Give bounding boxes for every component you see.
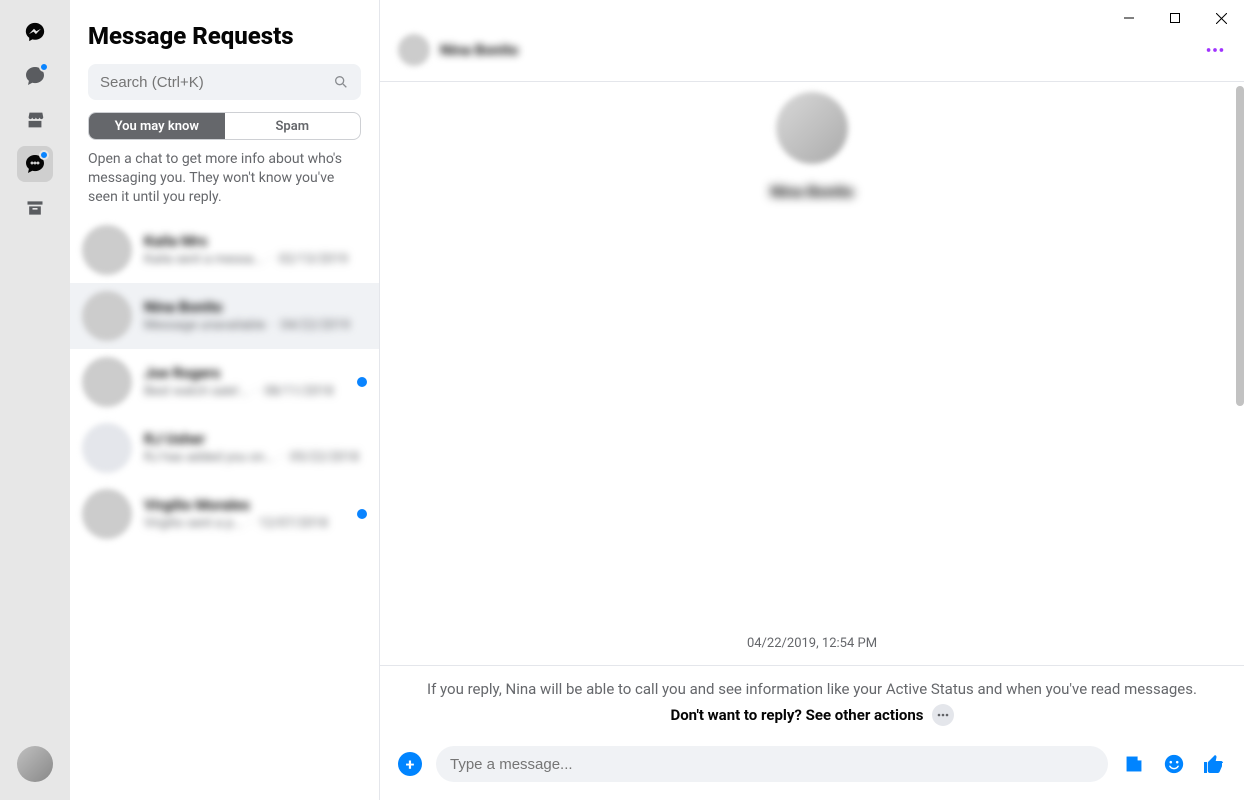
unread-dot-icon	[39, 62, 49, 72]
window-controls	[1106, 0, 1244, 36]
message-input-container[interactable]	[436, 746, 1108, 782]
request-name: Virgilio Morales	[144, 496, 349, 514]
marketplace-nav-icon[interactable]	[17, 102, 53, 138]
request-name: RJ Usher	[144, 430, 367, 448]
profile-avatar[interactable]	[776, 92, 848, 164]
avatar	[82, 423, 132, 473]
request-item[interactable]: Joe Rogers Best watch sale!...·08/11/201…	[70, 349, 379, 415]
sidebar-info-text: Open a chat to get more info about who's…	[70, 150, 379, 217]
unread-dot-icon	[357, 509, 367, 519]
other-actions-button[interactable]	[932, 704, 954, 726]
like-icon[interactable]	[1200, 750, 1228, 778]
request-name: Nina Bonito	[144, 298, 367, 316]
search-input[interactable]	[100, 74, 333, 91]
sticker-icon[interactable]	[1120, 750, 1148, 778]
conversation-title: Nina Bonito	[440, 41, 518, 59]
sidebar-title: Message Requests	[70, 0, 379, 64]
request-item[interactable]: RJ Usher RJ has added you on...·05/22/20…	[70, 415, 379, 481]
unread-dot-icon	[357, 377, 367, 387]
avatar	[82, 357, 132, 407]
request-list: Kaila Mrs Kaila sent a messa...·02/13/20…	[70, 217, 379, 800]
avatar[interactable]	[398, 34, 430, 66]
chats-nav-icon[interactable]	[17, 58, 53, 94]
unread-dot-icon	[39, 150, 49, 160]
request-item[interactable]: Kaila Mrs Kaila sent a messa...·02/13/20…	[70, 217, 379, 283]
minimize-button[interactable]	[1106, 0, 1152, 36]
message-requests-nav-icon[interactable]	[17, 146, 53, 182]
message-timestamp: 04/22/2019, 12:54 PM	[747, 608, 877, 665]
nav-rail	[0, 0, 70, 800]
scrollbar[interactable]	[1236, 86, 1244, 406]
search-field[interactable]	[88, 64, 361, 100]
archive-nav-icon[interactable]	[17, 190, 53, 226]
sidebar: Message Requests You may know Spam Open …	[70, 0, 380, 800]
request-item[interactable]: Nina Bonito Message unavailable·04/22/20…	[70, 283, 379, 349]
filter-segment: You may know Spam	[88, 112, 361, 140]
avatar	[82, 225, 132, 275]
conversation-body: Nina Bonito 04/22/2019, 12:54 PM	[380, 82, 1244, 665]
request-item[interactable]: Virgilio Morales Virgilio sent a p...·12…	[70, 481, 379, 547]
privacy-text: If you reply, Nina will be able to call …	[404, 680, 1220, 698]
profile-name: Nina Bonito	[770, 182, 854, 201]
maximize-button[interactable]	[1152, 0, 1198, 36]
segment-you-may-know[interactable]: You may know	[89, 113, 225, 139]
other-actions-label: Don't want to reply? See other actions	[670, 706, 923, 724]
request-name: Joe Rogers	[144, 364, 349, 382]
search-icon	[333, 74, 349, 90]
segment-spam[interactable]: Spam	[225, 113, 361, 139]
composer: +	[380, 734, 1244, 800]
privacy-notice: If you reply, Nina will be able to call …	[380, 665, 1244, 734]
avatar	[82, 291, 132, 341]
close-button[interactable]	[1198, 0, 1244, 36]
more-options-icon[interactable]	[1204, 39, 1226, 61]
emoji-icon[interactable]	[1160, 750, 1188, 778]
messenger-logo-icon[interactable]	[17, 14, 53, 50]
open-actions-button[interactable]: +	[396, 750, 424, 778]
avatar	[82, 489, 132, 539]
user-avatar[interactable]	[17, 746, 53, 782]
message-input[interactable]	[450, 756, 1094, 773]
conversation-pane: Nina Bonito Nina Bonito 04/22/2019, 12:5…	[380, 0, 1244, 800]
request-name: Kaila Mrs	[144, 232, 367, 250]
